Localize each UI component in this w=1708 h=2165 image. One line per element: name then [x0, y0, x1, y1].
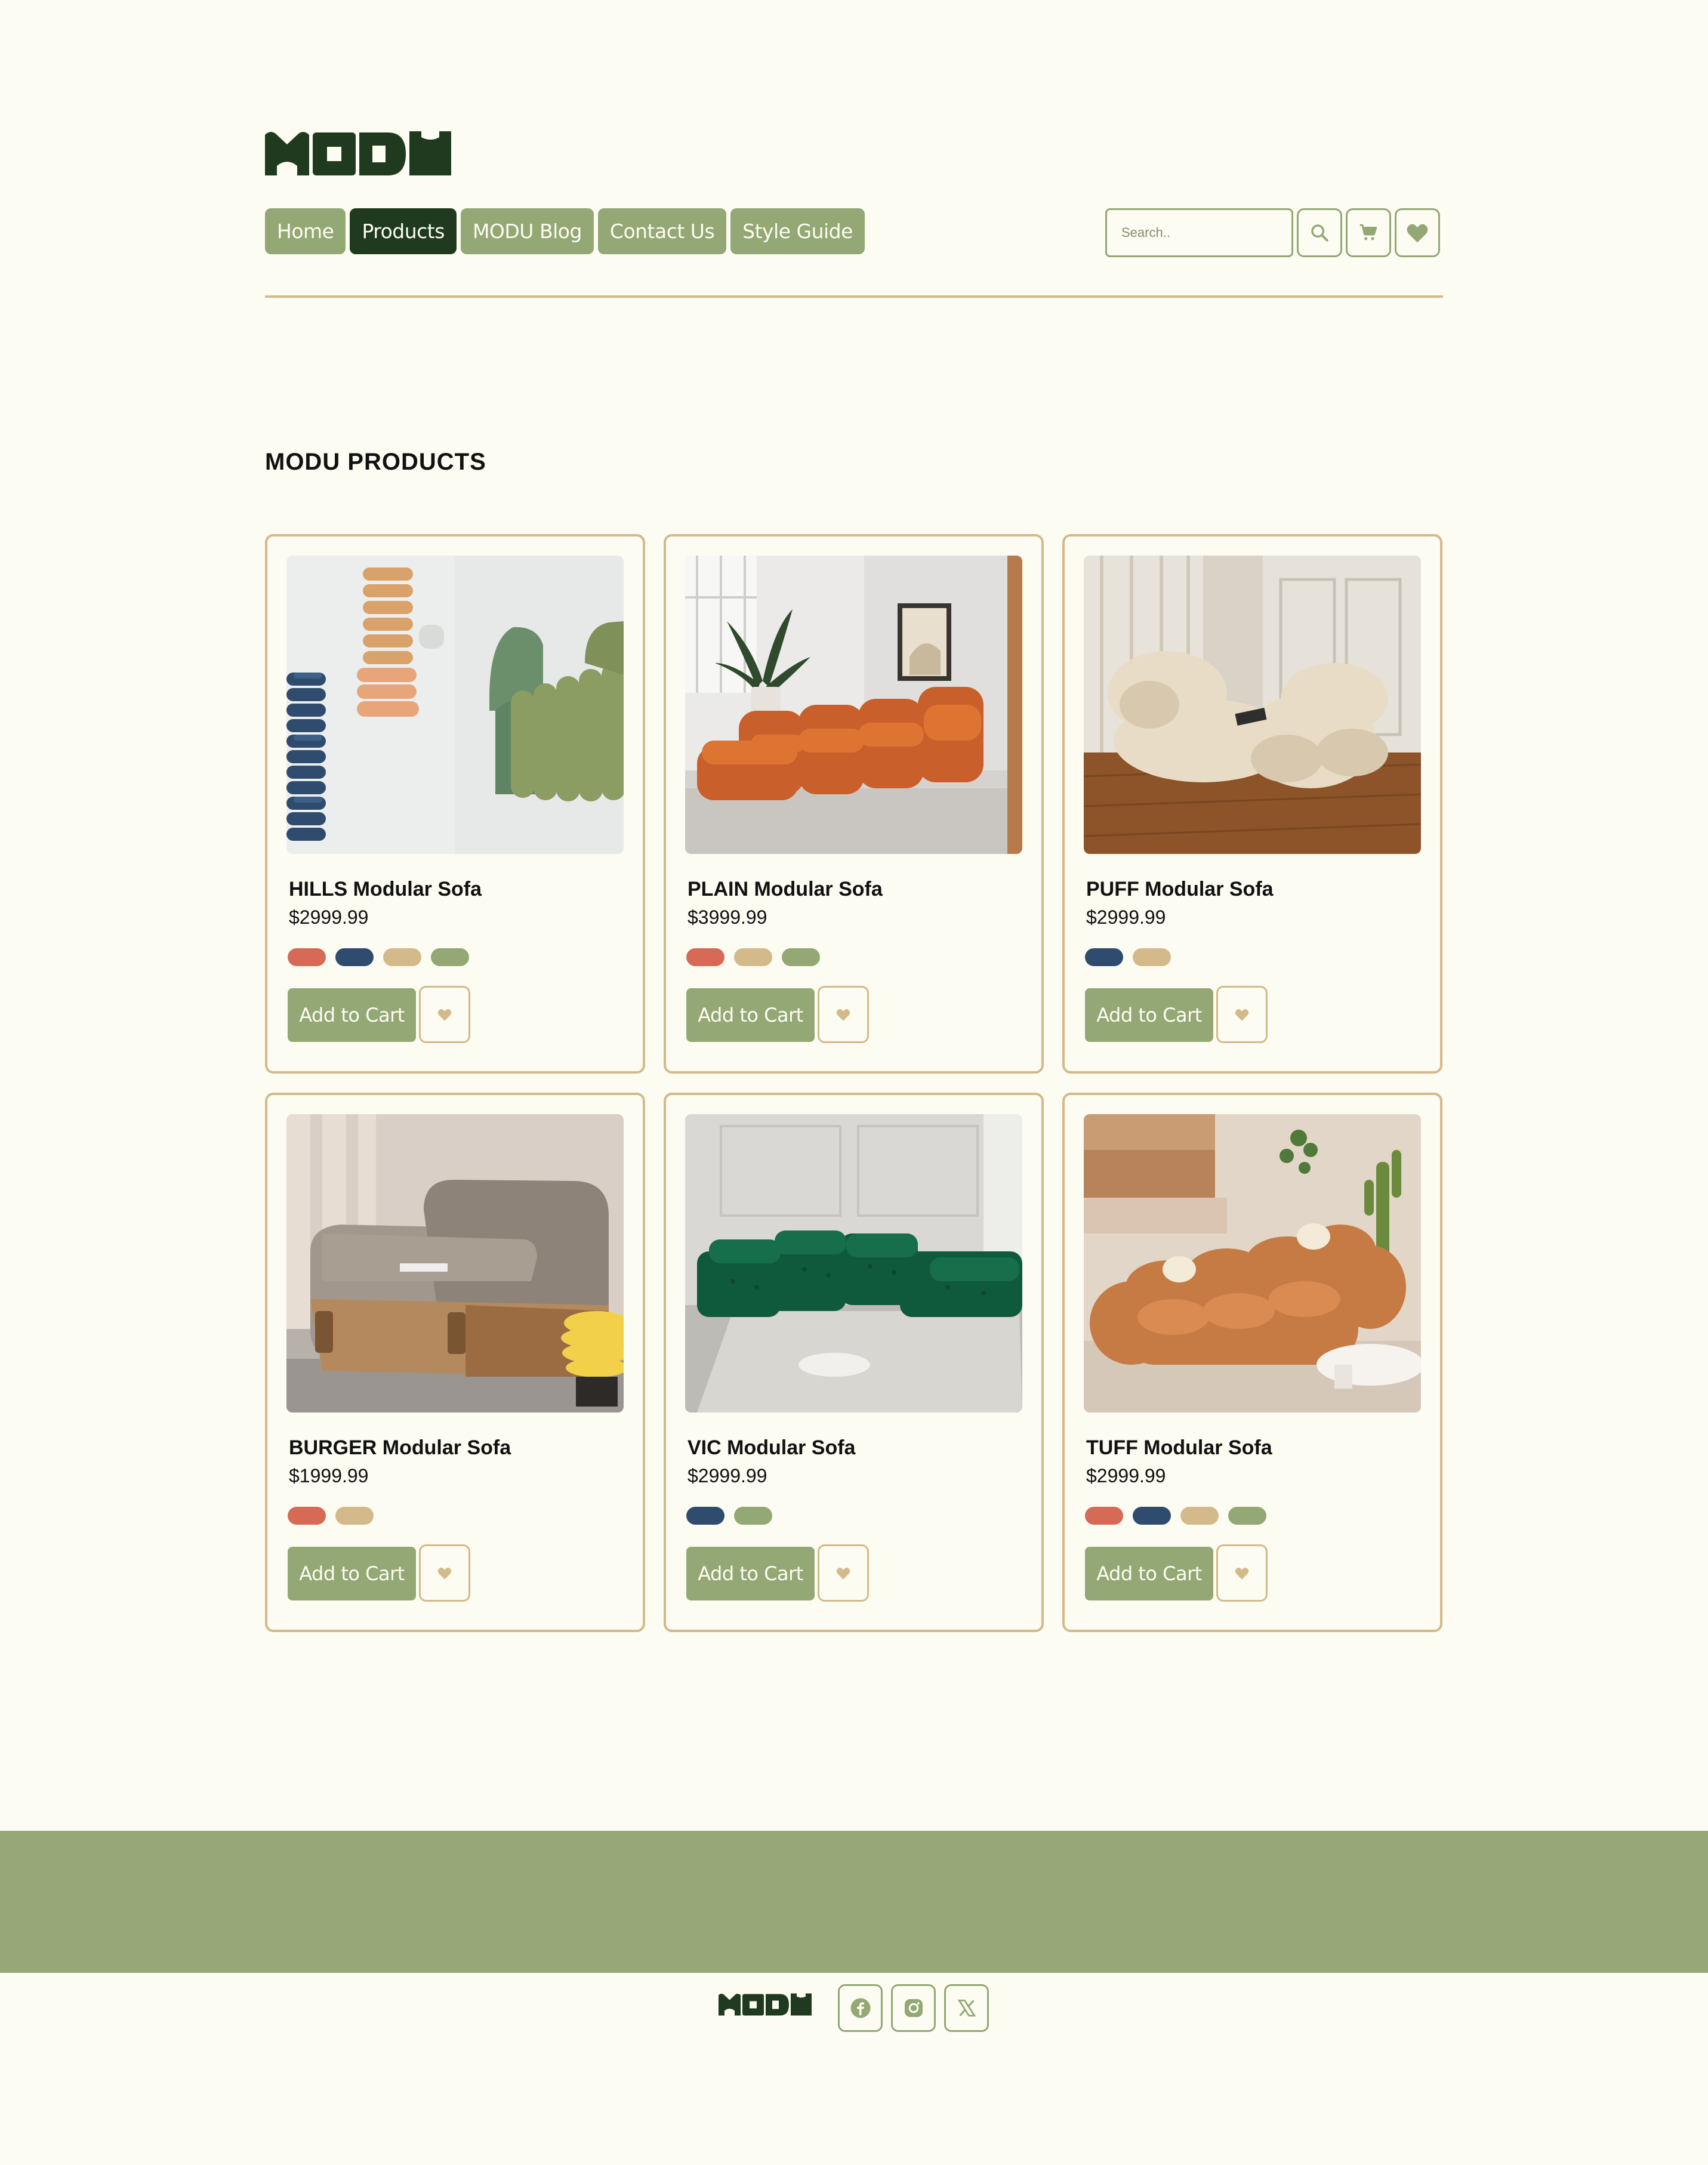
heart-icon [1235, 1567, 1249, 1580]
heart-icon [437, 1009, 452, 1021]
heart-icon [1407, 224, 1428, 243]
favorite-button[interactable] [818, 1544, 869, 1602]
product-price: $1999.99 [289, 1465, 369, 1486]
add-to-cart-button[interactable]: Add to Cart [1085, 1547, 1213, 1600]
facebook-button[interactable] [838, 1984, 883, 2032]
color-swatches [1085, 948, 1171, 966]
facebook-icon [850, 1998, 870, 2018]
product-image[interactable] [286, 1114, 624, 1413]
heart-icon [836, 1567, 850, 1580]
swatch-tan[interactable] [383, 948, 421, 966]
x-icon [957, 1999, 976, 2017]
product-name: PUFF Modular Sofa [1086, 878, 1274, 900]
search-icon [1311, 224, 1328, 242]
swatch-green[interactable] [431, 948, 469, 966]
swatch-red[interactable] [288, 1507, 326, 1525]
wishlist-button[interactable] [1395, 208, 1440, 257]
nav-home[interactable]: Home [265, 208, 346, 254]
swatch-tan[interactable] [1133, 948, 1171, 966]
product-price: $2999.99 [1086, 906, 1166, 928]
nav-products[interactable]: Products [350, 208, 457, 254]
product-image[interactable] [685, 1114, 1022, 1413]
product-image[interactable] [685, 556, 1022, 854]
product-name: PLAIN Modular Sofa [687, 878, 883, 900]
modu-logo-mark [719, 1993, 812, 2016]
heart-icon [836, 1009, 850, 1021]
nav-contact-us[interactable]: Contact Us [597, 208, 727, 254]
product-card[interactable]: HILLS Modular Sofa $2999.99 Add to Cart [265, 534, 645, 1074]
product-image[interactable] [1084, 1114, 1421, 1413]
add-to-cart-button[interactable]: Add to Cart [288, 1547, 416, 1600]
product-card[interactable]: PLAIN Modular Sofa $3999.99 Add to Cart [664, 534, 1044, 1074]
main-nav: Home Products MODU Blog Contact Us Style… [265, 208, 865, 254]
header-tools: Search.. [1105, 208, 1440, 257]
color-swatches [686, 1507, 772, 1525]
instagram-button[interactable] [891, 1984, 936, 2032]
color-swatches [288, 1507, 374, 1525]
header-divider [265, 295, 1443, 298]
instagram-icon [904, 1999, 923, 2017]
color-swatches [1085, 1507, 1266, 1525]
heart-icon [1235, 1009, 1249, 1021]
swatch-navy[interactable] [686, 1507, 724, 1525]
product-card[interactable]: PUFF Modular Sofa $2999.99 Add to Cart [1062, 534, 1442, 1074]
product-name: BURGER Modular Sofa [289, 1436, 511, 1459]
product-name: HILLS Modular Sofa [289, 878, 482, 900]
footer-band [0, 1831, 1708, 1973]
swatch-red[interactable] [686, 948, 724, 966]
add-to-cart-button[interactable]: Add to Cart [288, 988, 416, 1042]
product-name: TUFF Modular Sofa [1086, 1436, 1272, 1459]
favorite-button[interactable] [1216, 1544, 1268, 1602]
swatch-navy[interactable] [335, 948, 374, 966]
product-card[interactable]: VIC Modular Sofa $2999.99 Add to Cart [664, 1093, 1044, 1632]
color-swatches [686, 948, 820, 966]
product-price: $2999.99 [1086, 1465, 1166, 1486]
swatch-green[interactable] [734, 1507, 772, 1525]
modu-logo[interactable] [265, 129, 451, 175]
section-title: MODU PRODUCTS [265, 449, 486, 475]
x-button[interactable] [944, 1984, 989, 2032]
product-image[interactable] [1084, 556, 1421, 854]
swatch-red[interactable] [288, 948, 326, 966]
footer-logo[interactable] [719, 1992, 812, 2016]
nav-modu-blog[interactable]: MODU Blog [460, 208, 594, 254]
favorite-button[interactable] [419, 986, 470, 1043]
search-input[interactable]: Search.. [1105, 208, 1293, 257]
swatch-green[interactable] [782, 948, 820, 966]
swatch-navy[interactable] [1085, 948, 1123, 966]
product-price: $2999.99 [289, 906, 369, 928]
product-card[interactable]: TUFF Modular Sofa $2999.99 Add to Cart [1062, 1093, 1442, 1632]
swatch-tan[interactable] [1180, 1507, 1219, 1525]
social-links [838, 1984, 989, 2032]
swatch-navy[interactable] [1133, 1507, 1171, 1525]
modu-logo-mark [265, 131, 451, 175]
nav-style-guide[interactable]: Style Guide [730, 208, 865, 254]
add-to-cart-button[interactable]: Add to Cart [686, 988, 815, 1042]
favorite-button[interactable] [818, 986, 869, 1043]
heart-icon [437, 1567, 452, 1580]
favorite-button[interactable] [1216, 986, 1268, 1043]
swatch-green[interactable] [1228, 1507, 1266, 1525]
swatch-tan[interactable] [734, 948, 772, 966]
product-price: $2999.99 [687, 1465, 767, 1486]
swatch-tan[interactable] [335, 1507, 374, 1525]
product-name: VIC Modular Sofa [687, 1436, 856, 1459]
cart-icon [1359, 224, 1377, 240]
add-to-cart-button[interactable]: Add to Cart [686, 1547, 815, 1600]
cart-button[interactable] [1346, 208, 1391, 257]
search-placeholder: Search.. [1121, 225, 1170, 240]
swatch-red[interactable] [1085, 1507, 1123, 1525]
product-image[interactable] [286, 556, 624, 854]
favorite-button[interactable] [419, 1544, 470, 1602]
product-card[interactable]: BURGER Modular Sofa $1999.99 Add to Cart [265, 1093, 645, 1632]
color-swatches [288, 948, 469, 966]
add-to-cart-button[interactable]: Add to Cart [1085, 988, 1213, 1042]
search-button[interactable] [1297, 208, 1342, 257]
product-price: $3999.99 [687, 906, 767, 928]
